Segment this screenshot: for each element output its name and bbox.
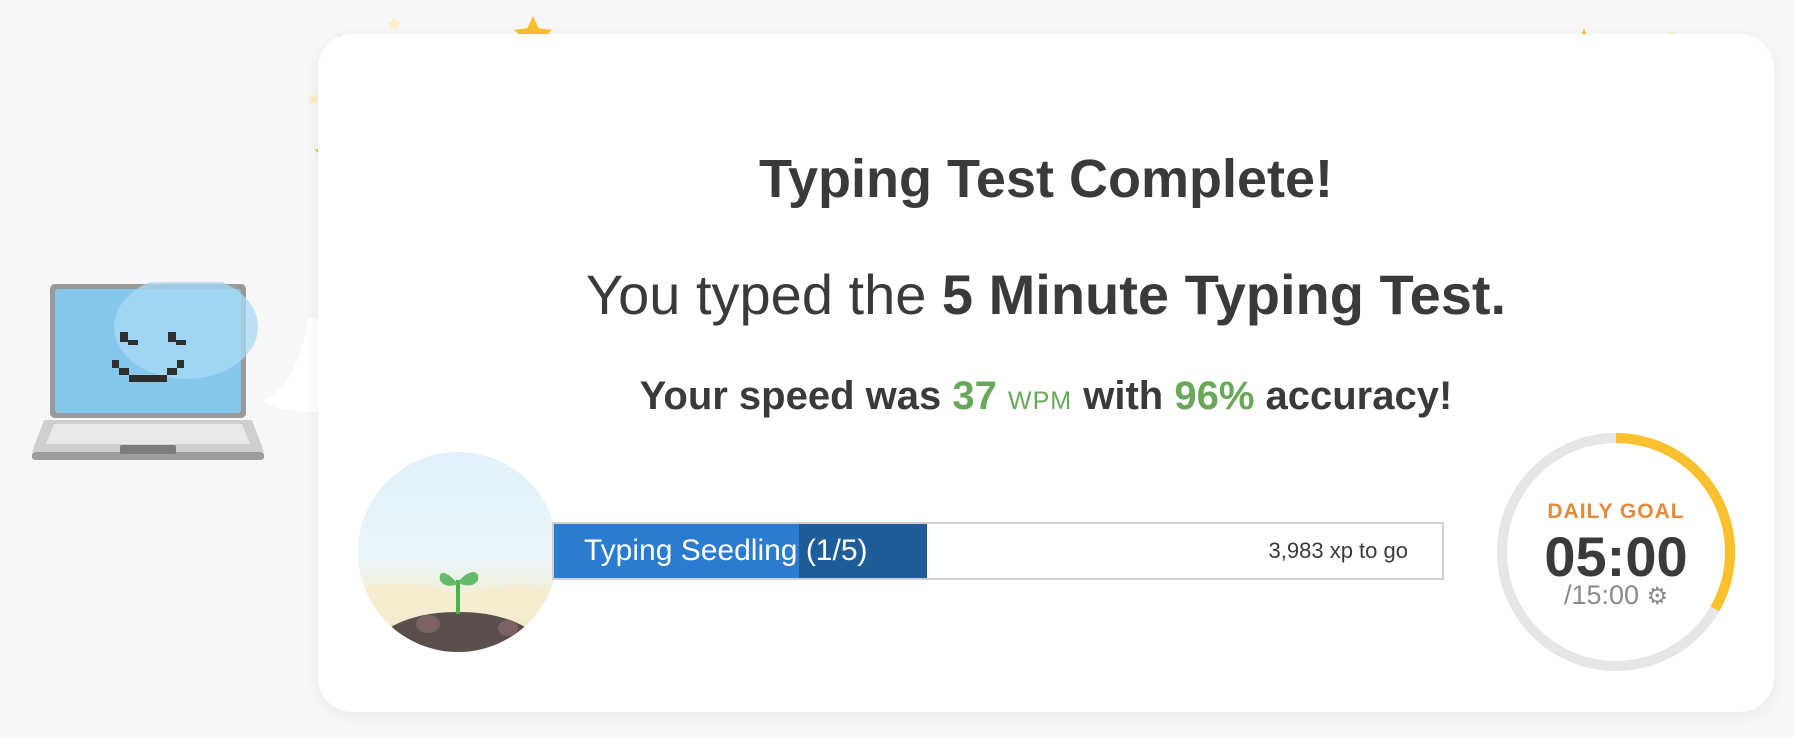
accuracy-suffix: accuracy!: [1254, 374, 1453, 418]
test-name: 5 Minute Typing Test.: [941, 263, 1507, 326]
daily-goal-total-value: /15:00: [1563, 580, 1640, 610]
seedling-level-badge: [358, 452, 558, 652]
accuracy-value: 96%: [1174, 374, 1255, 418]
xp-to-go: 3,983 xp to go: [1268, 538, 1408, 563]
wpm-value: 37: [952, 374, 997, 418]
speed-prefix: Your speed was: [639, 374, 953, 418]
daily-goal-widget[interactable]: DAILY GOAL 05:00 /15:00 ⚙: [1494, 430, 1738, 674]
result-title: Typing Test Complete!: [758, 149, 1333, 209]
level-name: Typing Seedling (1/5): [584, 534, 868, 567]
level-progress-bar: Typing Seedling (1/5) 3,983 xp to go: [552, 522, 1444, 580]
test-summary: You typed the 5 Minute Typing Test.: [318, 262, 1774, 327]
star-icon: [387, 17, 401, 31]
speed-summary: Your speed was 37 WPM with 96% accuracy!: [318, 374, 1774, 419]
daily-goal-total: /15:00 ⚙: [1494, 580, 1738, 611]
laptop-mascot-icon: [32, 282, 264, 460]
accuracy-prefix: with: [1072, 374, 1175, 418]
subtitle-prefix: You typed the: [585, 263, 942, 326]
wpm-unit: WPM: [1008, 387, 1073, 415]
gear-icon[interactable]: ⚙: [1647, 583, 1669, 610]
daily-goal-label: DAILY GOAL: [1547, 500, 1685, 523]
